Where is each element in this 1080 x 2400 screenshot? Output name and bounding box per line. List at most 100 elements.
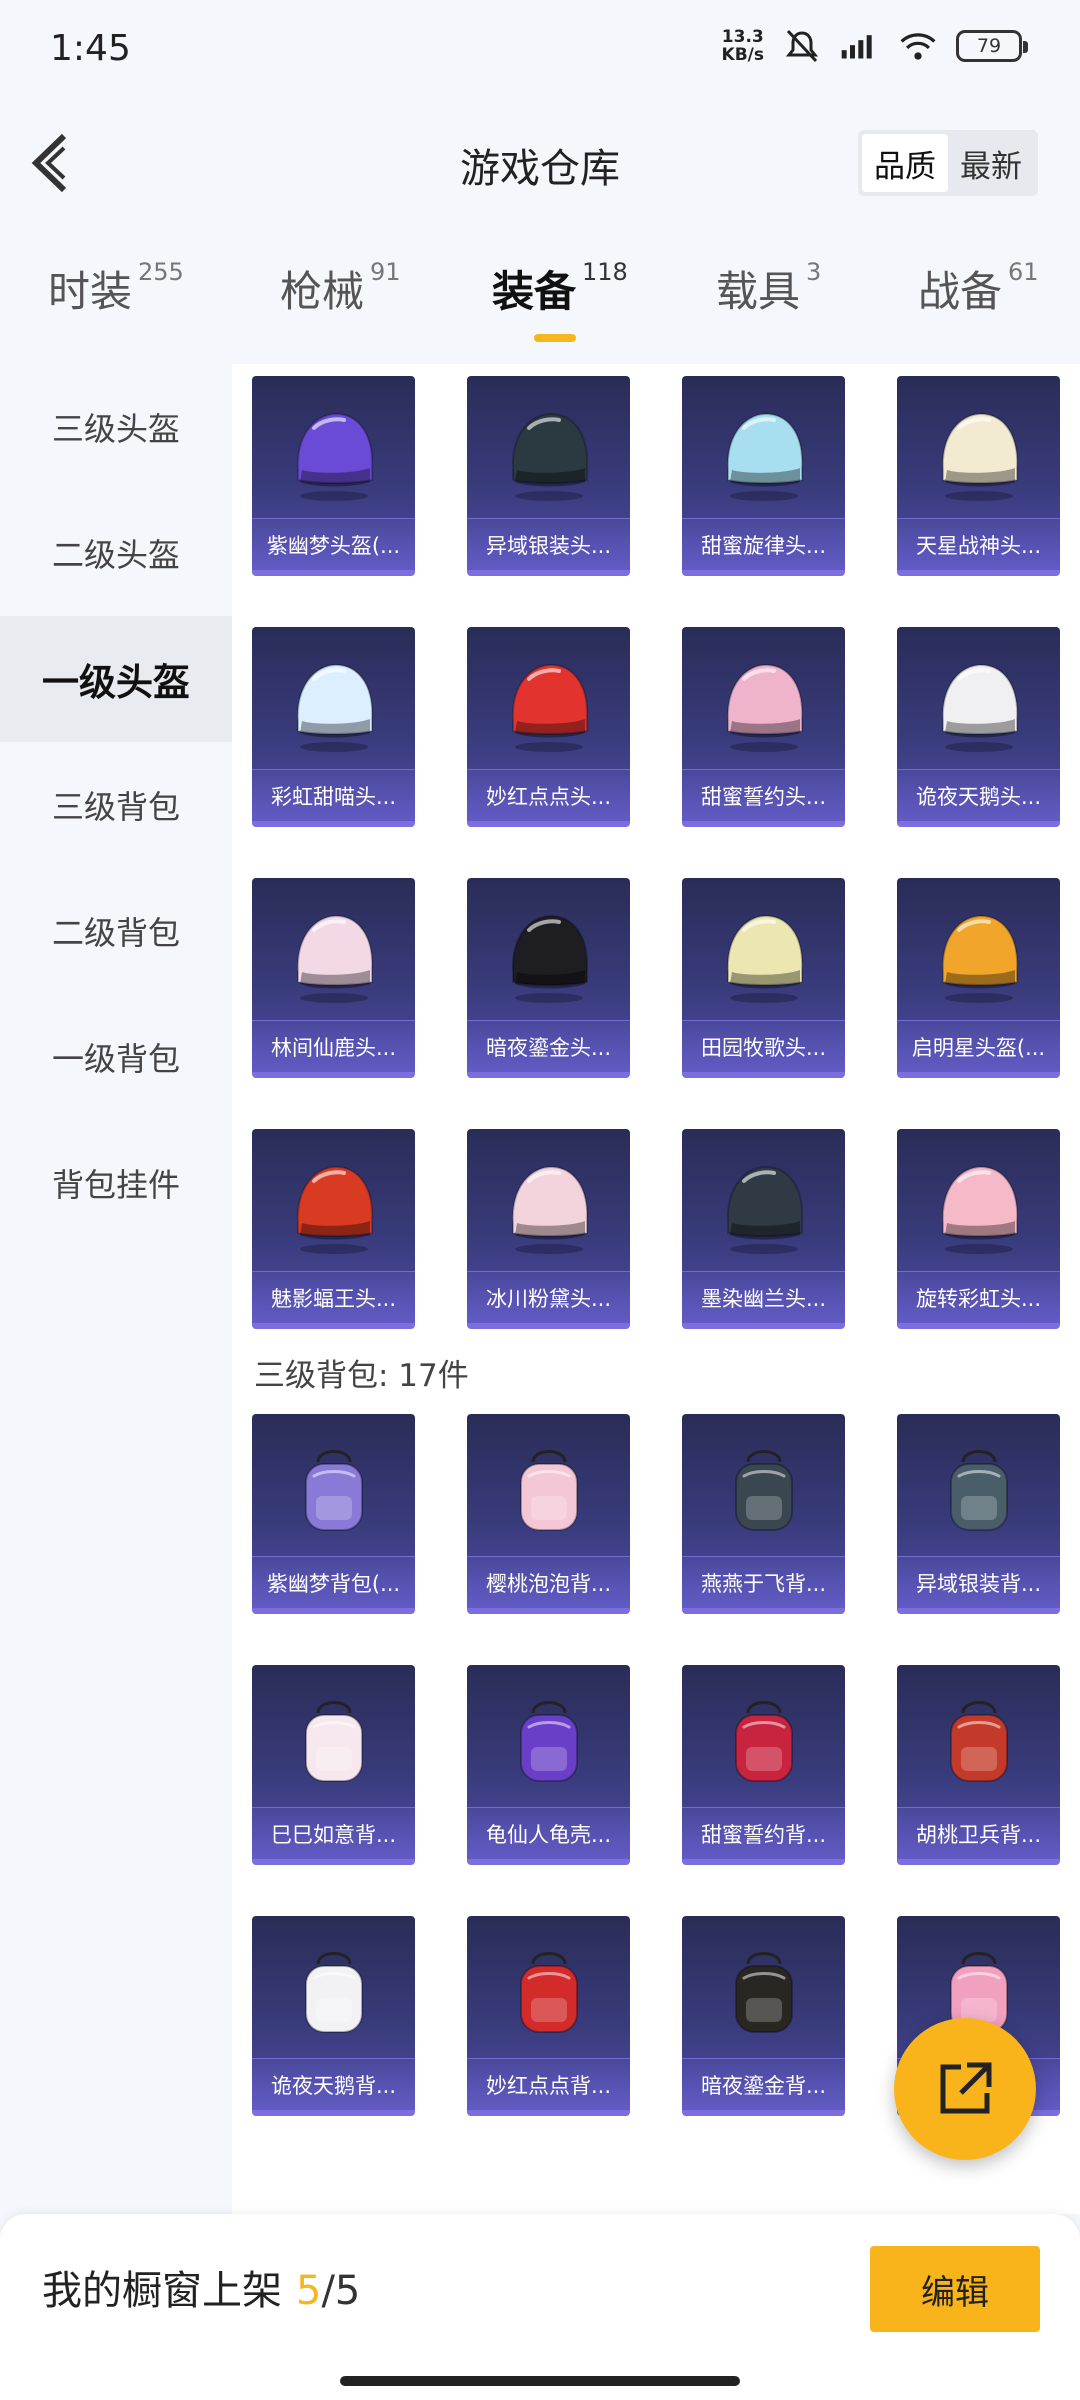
sidebar-item-level3-helmet[interactable]: 三级头盔 <box>0 364 232 490</box>
helmet-icon <box>714 404 814 504</box>
sort-option-quality[interactable]: 品质 <box>862 134 948 192</box>
helmet-icon <box>284 906 384 1006</box>
backpack-name: 异域银装背... <box>897 1556 1060 1608</box>
helmet-name: 甜蜜誓约头... <box>682 769 845 821</box>
mute-icon <box>785 29 819 63</box>
sidebar-item-level2-helmet[interactable]: 二级头盔 <box>0 490 232 616</box>
backpack-name: 龟仙人龟壳... <box>467 1807 630 1859</box>
helmet-icon <box>499 655 599 755</box>
helmet-card[interactable]: 暗夜鎏金头... <box>467 878 630 1078</box>
backpack-icon <box>499 1693 599 1793</box>
sidebar-item-level3-backpack[interactable]: 三级背包 <box>0 742 232 868</box>
backpack-card[interactable]: 巳巳如意背... <box>252 1665 415 1865</box>
backpack-icon <box>714 1442 814 1542</box>
backpack-card[interactable]: 紫幽梦背包(... <box>252 1414 415 1614</box>
share-icon <box>940 2062 992 2114</box>
backpack-card[interactable]: 甜蜜誓约背... <box>682 1665 845 1865</box>
helmet-card[interactable]: 紫幽梦头盔(... <box>252 376 415 576</box>
tab-firearms[interactable]: 枪械 91 <box>280 258 401 319</box>
bottom-bar: 我的橱窗上架 5 /5 编辑 <box>0 2214 1080 2400</box>
backpack-icon <box>929 1693 1029 1793</box>
helmet-card[interactable]: 启明星头盔(... <box>897 878 1060 1078</box>
helmet-icon <box>714 906 814 1006</box>
helmet-icon <box>929 906 1029 1006</box>
backpack-name: 巳巳如意背... <box>252 1807 415 1859</box>
share-button[interactable] <box>894 2018 1036 2160</box>
backpack-name: 胡桃卫兵背... <box>897 1807 1060 1859</box>
tab-count: 118 <box>582 258 628 286</box>
backpack-icon <box>714 1693 814 1793</box>
backpack-icon <box>499 1944 599 2044</box>
tab-count: 91 <box>370 258 401 286</box>
helmet-name: 启明星头盔(... <box>897 1020 1060 1072</box>
backpack-card[interactable]: 诡夜天鹅背... <box>252 1916 415 2116</box>
backpack-icon <box>929 1442 1029 1542</box>
status-bar: 1:45 13.3 KB/s 79 <box>0 0 1080 96</box>
helmet-name: 天星战神头... <box>897 518 1060 570</box>
helmet-name: 甜蜜旋律头... <box>682 518 845 570</box>
helmet-card[interactable]: 异域银装头... <box>467 376 630 576</box>
sidebar-item-level1-backpack[interactable]: 一级背包 <box>0 994 232 1120</box>
tab-label: 枪械 <box>280 267 365 316</box>
sidebar: 三级头盔 二级头盔 一级头盔 三级背包 二级背包 一级背包 背包挂件 <box>0 364 232 2214</box>
helmet-name: 异域银装头... <box>467 518 630 570</box>
tab-count: 61 <box>1008 258 1039 286</box>
helmet-card[interactable]: 彩虹甜喵头... <box>252 627 415 827</box>
helmet-icon <box>929 655 1029 755</box>
helmet-icon <box>284 404 384 504</box>
tab-equipment[interactable]: 装备 118 <box>492 258 628 319</box>
helmet-card[interactable]: 诡夜天鹅头... <box>897 627 1060 827</box>
helmet-card[interactable]: 冰川粉黛头... <box>467 1129 630 1329</box>
backpack-name: 诡夜天鹅背... <box>252 2058 415 2110</box>
tab-count: 255 <box>138 258 184 286</box>
helmet-icon <box>499 404 599 504</box>
backpack-card[interactable]: 妙红点点背... <box>467 1916 630 2116</box>
tab-label: 载具 <box>716 267 801 316</box>
sort-toggle: 品质 最新 <box>858 130 1038 196</box>
backpack-name: 甜蜜誓约背... <box>682 1807 845 1859</box>
tab-label: 时装 <box>48 267 133 316</box>
tab-fashion[interactable]: 时装 255 <box>48 258 184 319</box>
backpack-icon <box>499 1442 599 1542</box>
backpack-card[interactable]: 暗夜鎏金背... <box>682 1916 845 2116</box>
sidebar-item-backpack-charm[interactable]: 背包挂件 <box>0 1120 232 1246</box>
backpack-card[interactable]: 龟仙人龟壳... <box>467 1665 630 1865</box>
tab-war-prep[interactable]: 战备 61 <box>918 258 1039 319</box>
helmet-card[interactable]: 墨染幽兰头... <box>682 1129 845 1329</box>
sidebar-item-level2-backpack[interactable]: 二级背包 <box>0 868 232 994</box>
helmet-name: 田园牧歌头... <box>682 1020 845 1072</box>
helmet-card[interactable]: 田园牧歌头... <box>682 878 845 1078</box>
helmet-name: 妙红点点头... <box>467 769 630 821</box>
backpack-card[interactable]: 樱桃泡泡背... <box>467 1414 630 1614</box>
helmet-card[interactable]: 林间仙鹿头... <box>252 878 415 1078</box>
edit-button[interactable]: 编辑 <box>870 2246 1040 2332</box>
helmet-card[interactable]: 甜蜜旋律头... <box>682 376 845 576</box>
helmet-name: 林间仙鹿头... <box>252 1020 415 1072</box>
backpack-icon <box>284 1442 384 1542</box>
helmet-name: 墨染幽兰头... <box>682 1271 845 1323</box>
helmet-name: 诡夜天鹅头... <box>897 769 1060 821</box>
showcase-label: 我的橱窗上架 <box>42 2268 282 2314</box>
showcase-current: 5 <box>296 2268 322 2314</box>
backpack-name: 燕燕于飞背... <box>682 1556 845 1608</box>
tab-vehicles[interactable]: 载具 3 <box>716 258 821 319</box>
item-grid-area: 紫幽梦头盔(... 异域银装头... 甜蜜旋律头... 天星战神头... 彩虹甜喵头..… <box>232 364 1080 2214</box>
backpack-card[interactable]: 胡桃卫兵背... <box>897 1665 1060 1865</box>
sidebar-item-level1-helmet[interactable]: 一级头盔 <box>0 616 232 742</box>
helmet-card[interactable]: 天星战神头... <box>897 376 1060 576</box>
backpack-card[interactable]: 燕燕于飞背... <box>682 1414 845 1614</box>
helmet-card[interactable]: 魅影蝠王头... <box>252 1129 415 1329</box>
home-indicator[interactable] <box>340 2376 740 2386</box>
helmet-card[interactable]: 旋转彩虹头... <box>897 1129 1060 1329</box>
backpack-card[interactable]: 异域银装背... <box>897 1414 1060 1614</box>
helmet-name: 彩虹甜喵头... <box>252 769 415 821</box>
sort-option-newest[interactable]: 最新 <box>948 134 1034 192</box>
backpack-name: 暗夜鎏金背... <box>682 2058 845 2110</box>
helmet-icon <box>284 1157 384 1257</box>
helmet-card[interactable]: 甜蜜誓约头... <box>682 627 845 827</box>
backpack-grid: 紫幽梦背包(... 樱桃泡泡背... 燕燕于飞背... 异域银装背... 巳巳如意背..… <box>252 1414 1060 2116</box>
helmet-grid: 紫幽梦头盔(... 异域银装头... 甜蜜旋律头... 天星战神头... 彩虹甜喵头..… <box>252 376 1060 1329</box>
status-time: 1:45 <box>50 28 131 69</box>
wifi-icon <box>900 33 936 60</box>
helmet-card[interactable]: 妙红点点头... <box>467 627 630 827</box>
